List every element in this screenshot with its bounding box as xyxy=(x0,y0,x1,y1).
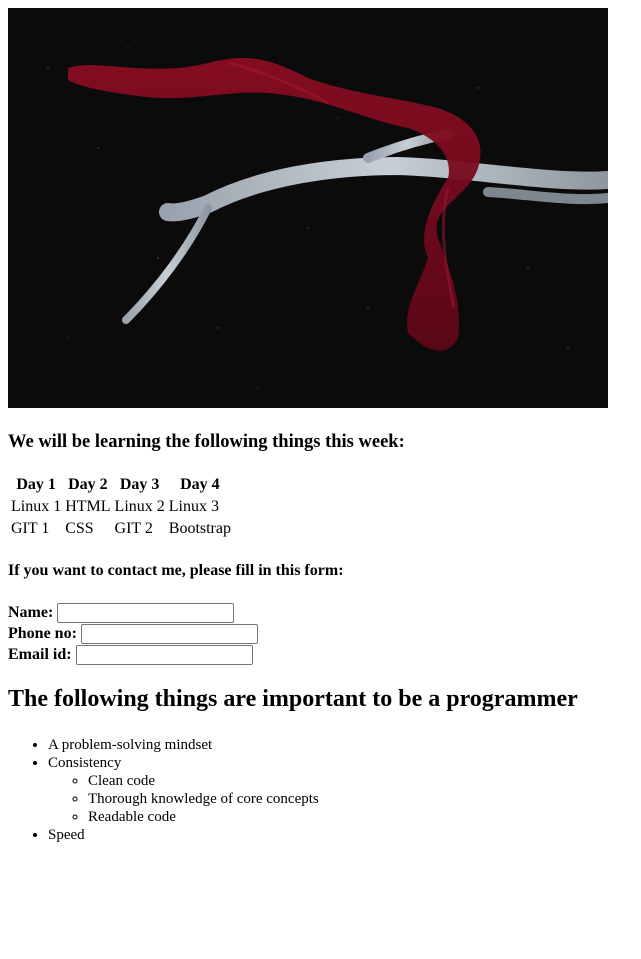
list-item-label: Consistency xyxy=(48,755,122,771)
table-cell: GIT 1 xyxy=(11,520,50,537)
schedule-table: Day 1 Day 2 Day 3 Day 4 Linux 1 HTML Lin… xyxy=(8,473,234,541)
contact-form: Name: Phone no: Email id: xyxy=(8,602,628,665)
sub-list: Clean code Thorough knowledge of core co… xyxy=(48,772,628,826)
table-cell: Bootstrap xyxy=(168,520,231,537)
table-cell: HTML xyxy=(65,498,111,515)
list-item: Consistency Clean code Thorough knowledg… xyxy=(48,754,628,826)
table-cell: GIT 2 xyxy=(114,520,153,537)
email-label: Email id: xyxy=(8,645,72,663)
table-cell: Linux 1 xyxy=(11,498,62,515)
phone-row: Phone no: xyxy=(8,623,628,644)
table-header: Day 4 xyxy=(180,476,220,493)
skills-list: A problem-solving mindset Consistency Cl… xyxy=(8,736,628,844)
name-input[interactable] xyxy=(57,602,235,623)
sub-list-item: Thorough knowledge of core concepts xyxy=(88,790,628,808)
table-header-row: Day 1 Day 2 Day 3 Day 4 xyxy=(10,475,232,495)
table-header: Day 3 xyxy=(119,476,160,493)
name-label: Name: xyxy=(8,603,54,621)
table-cell: Linux 3 xyxy=(168,498,219,515)
hero-image xyxy=(8,8,608,408)
name-row: Name: xyxy=(8,602,628,623)
important-heading: The following things are important to be… xyxy=(8,686,578,712)
table-row: Linux 1 HTML Linux 2 Linux 3 xyxy=(10,497,232,517)
email-row: Email id: xyxy=(8,644,628,665)
table-cell: CSS xyxy=(65,520,94,537)
email-input[interactable] xyxy=(75,644,253,665)
table-cell: Linux 2 xyxy=(114,498,165,515)
table-row: GIT 1 CSS GIT 2 Bootstrap xyxy=(10,519,232,539)
table-header: Day 1 xyxy=(16,476,56,493)
table-header: Day 2 xyxy=(68,476,108,493)
phone-label: Phone no: xyxy=(8,624,77,642)
sub-list-item: Readable code xyxy=(88,808,628,826)
list-item: A problem-solving mindset xyxy=(48,736,628,754)
page: We will be learning the following things… xyxy=(8,8,628,844)
week-heading: We will be learning the following things… xyxy=(8,432,405,452)
phone-input[interactable] xyxy=(80,623,258,644)
list-item: Speed xyxy=(48,826,628,844)
contact-heading: If you want to contact me, please fill i… xyxy=(8,562,344,579)
sub-list-item: Clean code xyxy=(88,772,628,790)
